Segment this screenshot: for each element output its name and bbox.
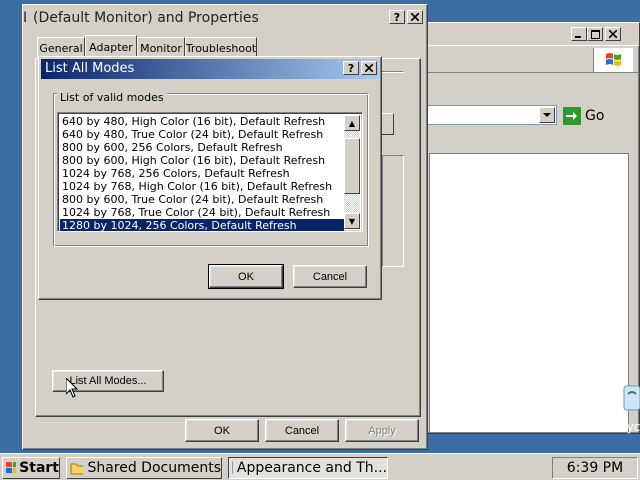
maximize-icon[interactable] bbox=[587, 27, 603, 41]
modes-cancel-button[interactable]: Cancel bbox=[293, 265, 367, 288]
modes-listbox[interactable]: 640 by 480, High Color (16 bit), Default… bbox=[57, 112, 363, 232]
list-item[interactable]: 640 by 480, High Color (16 bit), Default… bbox=[60, 115, 344, 128]
windows-logo-icon bbox=[593, 48, 633, 72]
desktop-icon-label: cyc bbox=[620, 420, 640, 434]
group-label: List of valid modes bbox=[57, 91, 167, 104]
clock[interactable]: 6:39 PM bbox=[567, 460, 623, 476]
list-item[interactable]: 1024 by 768, True Color (24 bit), Defaul… bbox=[60, 206, 344, 219]
task-label: Appearance and Th... bbox=[236, 460, 387, 476]
tab-label: Monitor bbox=[140, 41, 182, 55]
taskbar: Start Shared Documents Appearance and Th… bbox=[0, 453, 640, 480]
list-item-selected[interactable]: 1280 by 1024, 256 Colors, Default Refres… bbox=[60, 219, 344, 231]
go-label: Go bbox=[585, 108, 605, 124]
list-all-modes-dialog: List All Modes ? List of valid modes 640… bbox=[38, 56, 382, 300]
list-item[interactable]: 1024 by 768, 256 Colors, Default Refresh bbox=[60, 167, 344, 180]
scroll-up-icon[interactable]: ▲ bbox=[344, 115, 360, 131]
mouse-cursor-icon bbox=[65, 376, 79, 398]
explorer-menubar bbox=[419, 45, 639, 73]
ok-button[interactable]: OK bbox=[185, 419, 259, 442]
tab-label: Adapter bbox=[89, 41, 133, 54]
tab-monitor[interactable]: Monitor bbox=[137, 37, 185, 58]
title-prefix: I bbox=[23, 10, 28, 26]
start-label: Start bbox=[19, 460, 59, 476]
tab-troubleshoot[interactable]: Troubleshoot bbox=[185, 37, 257, 58]
explorer-titlebar bbox=[419, 23, 639, 45]
go-button[interactable]: Go bbox=[563, 105, 613, 127]
scroll-thumb[interactable] bbox=[344, 138, 360, 194]
modes-title: List All Modes bbox=[45, 61, 135, 76]
explorer-content bbox=[429, 153, 629, 433]
tab-general[interactable]: General bbox=[37, 37, 85, 58]
explorer-window: Go bbox=[418, 22, 640, 434]
go-arrow-icon bbox=[563, 107, 581, 125]
list-item[interactable]: 800 by 600, 256 Colors, Default Refresh bbox=[60, 141, 344, 154]
modes-ok-button[interactable]: OK bbox=[208, 264, 284, 289]
ok-label: OK bbox=[214, 424, 230, 437]
modes-titlebar: List All Modes ? bbox=[41, 59, 379, 79]
chevron-down-icon[interactable] bbox=[539, 107, 555, 123]
ok-label: OK bbox=[238, 270, 254, 283]
cancel-label: Cancel bbox=[312, 270, 348, 283]
taskbar-item-appearance[interactable]: Appearance and Th... bbox=[228, 457, 388, 479]
control-panel-icon bbox=[232, 461, 233, 474]
folder-icon bbox=[70, 463, 84, 475]
scroll-down-icon[interactable]: ▼ bbox=[344, 213, 360, 229]
apply-label: Apply bbox=[368, 424, 396, 437]
list-item[interactable]: 640 by 480, True Color (24 bit), Default… bbox=[60, 128, 344, 141]
cancel-button[interactable]: Cancel bbox=[265, 419, 339, 442]
close-icon[interactable] bbox=[605, 27, 621, 41]
cancel-label: Cancel bbox=[284, 424, 320, 437]
vertical-scrollbar[interactable]: ▲ ▼ bbox=[344, 115, 360, 229]
properties-titlebar: I (Default Monitor) and Properties ? bbox=[23, 7, 425, 29]
task-label: Shared Documents bbox=[87, 460, 221, 476]
minimize-icon[interactable] bbox=[571, 27, 587, 41]
properties-title: (Default Monitor) and Properties bbox=[33, 10, 259, 26]
list-all-modes-label: List All Modes... bbox=[69, 375, 147, 387]
windows-flag-icon bbox=[6, 462, 17, 473]
taskbar-item-shared-documents[interactable]: Shared Documents bbox=[66, 457, 222, 479]
address-input[interactable] bbox=[419, 105, 557, 125]
tab-label: Troubleshoot bbox=[185, 41, 257, 55]
close-icon[interactable] bbox=[361, 61, 377, 75]
tab-label: General bbox=[39, 41, 83, 55]
list-item[interactable]: 800 by 600, True Color (24 bit), Default… bbox=[60, 193, 344, 206]
list-item[interactable]: 800 by 600, High Color (16 bit), Default… bbox=[60, 154, 344, 167]
apply-button[interactable]: Apply bbox=[345, 419, 419, 442]
list-item[interactable]: 1024 by 768, High Color (16 bit), Defaul… bbox=[60, 180, 344, 193]
close-icon[interactable] bbox=[407, 10, 423, 24]
recycle-bin-icon[interactable] bbox=[622, 384, 640, 414]
system-tray: 6:39 PM bbox=[552, 457, 638, 479]
help-icon[interactable]: ? bbox=[389, 10, 405, 24]
help-icon[interactable]: ? bbox=[343, 61, 359, 75]
group-box-fragment bbox=[382, 155, 404, 267]
start-button[interactable]: Start bbox=[2, 457, 60, 479]
